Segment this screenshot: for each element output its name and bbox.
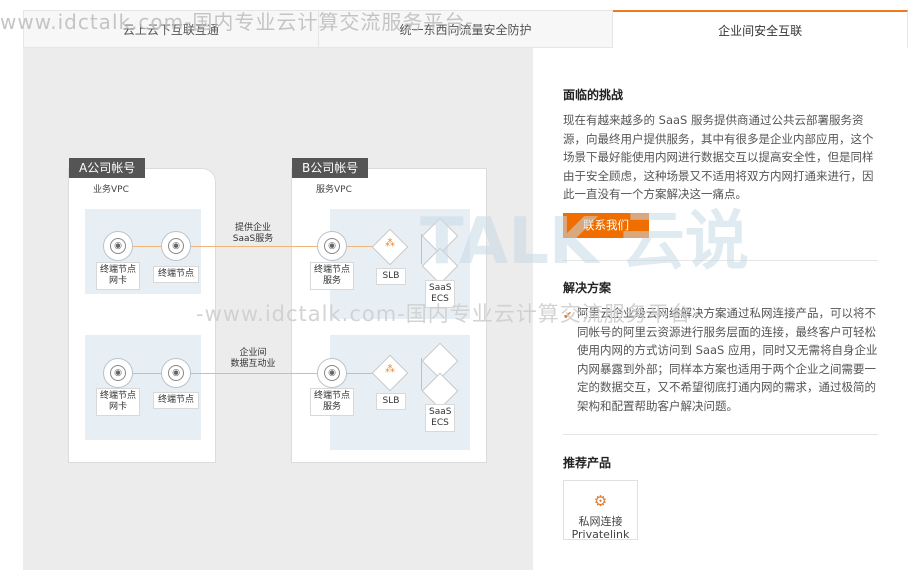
recommend-title: 推荐产品 [563,456,612,470]
product-card-privatelink[interactable]: ⚙ 私网连接 Privatelink [563,480,638,541]
endpoint-service-icon-2: ◉ [317,358,347,388]
watermark-logo: TALK 云说 [420,205,749,279]
watermark-top: www.idctalk.com-国内专业云计算交流服务平台- [0,10,474,34]
product-name-en: Privatelink [571,528,630,541]
row2-endpoint-label: 终端节点 [153,392,199,409]
row1-service-label: 终端节点 服务 [310,262,354,290]
tab-enterprise-interconnect[interactable]: 企业间安全互联 [613,10,909,48]
divider-2 [563,434,878,435]
endpoint-icon: ◉ [161,231,191,261]
account-a-label: A公司帐号 [69,158,146,178]
endpoint-service-icon: ◉ [317,231,347,261]
row1-slb-label: SLB [376,268,406,285]
row2-slb-label: SLB [376,393,406,410]
challenge-title: 面临的挑战 [563,88,624,102]
account-b-vpc: 服务VPC [316,185,352,195]
account-a-vpc: 业务VPC [93,185,129,195]
watermark-middle: -www.idctalk.com-国内专业云计算交流服务平台- [196,302,701,326]
account-a-box: A公司帐号 业务VPC [68,158,216,463]
row2-link-text: 企业间 数据互动业 [230,348,276,369]
row1-endpoint-label: 终端节点 [153,266,199,283]
row2-service-label: 终端节点 服务 [310,388,354,416]
row2-nic-label: 终端节点 网卡 [96,388,140,416]
row2-ecs-label: SaaS ECS [425,404,455,432]
product-name: 私网连接 [578,515,623,528]
privatelink-icon: ⚙ [593,492,608,510]
endpoint-nic-icon-2: ◉ [103,358,133,388]
row1-nic-label: 终端节点 网卡 [96,262,140,290]
endpoint-nic-icon: ◉ [103,231,133,261]
account-b-label: B公司帐号 [292,158,369,178]
endpoint-icon-2: ◉ [161,358,191,388]
row1-link-text: 提供企业 SaaS服务 [232,223,274,244]
